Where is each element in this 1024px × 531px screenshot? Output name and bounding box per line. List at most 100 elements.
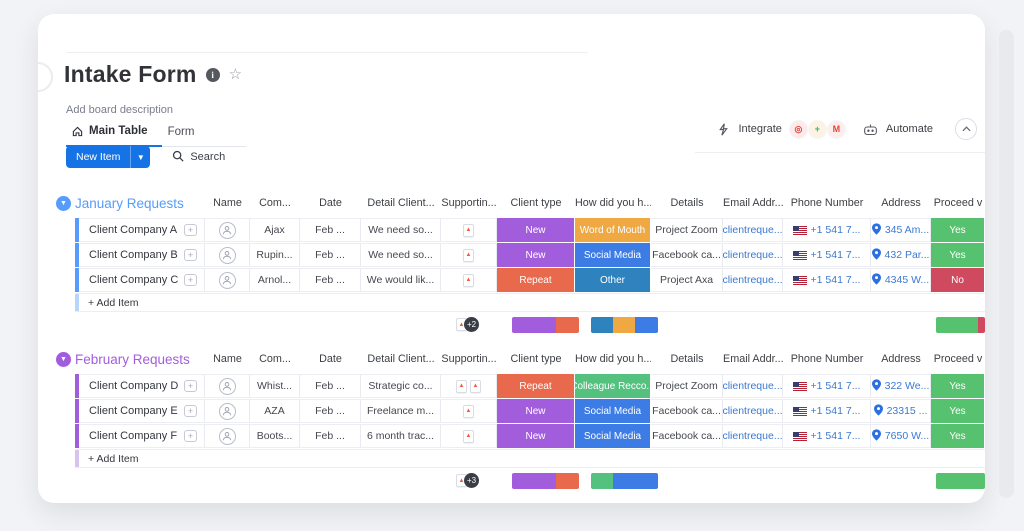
- detail-cell[interactable]: We need so...: [361, 243, 441, 267]
- client-type-status[interactable]: New: [497, 218, 575, 242]
- files-cell[interactable]: [441, 399, 497, 423]
- group-collapse-icon[interactable]: ▼: [56, 352, 71, 367]
- board-description[interactable]: Add board description: [66, 104, 173, 116]
- group-collapse-icon[interactable]: ▼: [56, 196, 71, 211]
- email-cell[interactable]: clientreque...: [723, 268, 783, 292]
- column-header-details[interactable]: Details: [651, 197, 723, 209]
- client-type-status[interactable]: New: [497, 243, 575, 267]
- how-heard-status[interactable]: Other: [575, 268, 651, 292]
- address-cell[interactable]: 4345 W...: [871, 268, 931, 292]
- column-header-detail[interactable]: Detail Client...: [361, 353, 441, 365]
- item-name-cell[interactable]: Client Company E +: [79, 399, 205, 423]
- details-cell[interactable]: Facebook ca...: [651, 424, 723, 448]
- column-header-date[interactable]: Date: [300, 353, 361, 365]
- address-cell[interactable]: 23315 ...: [871, 399, 931, 423]
- email-cell[interactable]: clientreque...: [723, 218, 783, 242]
- column-header-com[interactable]: Com...: [250, 353, 300, 365]
- date-cell[interactable]: Feb ...: [300, 218, 361, 242]
- add-conversation-icon[interactable]: +: [184, 249, 197, 261]
- collapse-header-button[interactable]: [955, 118, 977, 140]
- column-header-details[interactable]: Details: [651, 353, 723, 365]
- page-scrollbar[interactable]: [999, 30, 1014, 498]
- column-header-address[interactable]: Address: [871, 353, 931, 365]
- file-icon[interactable]: [463, 274, 474, 287]
- column-header-email[interactable]: Email Addr...: [723, 197, 783, 209]
- tab-form[interactable]: Form: [162, 121, 209, 146]
- proceed-status[interactable]: Yes: [931, 374, 985, 398]
- client-type-status[interactable]: New: [497, 424, 575, 448]
- add-conversation-icon[interactable]: +: [184, 380, 197, 392]
- company-cell[interactable]: Ajax: [250, 218, 300, 242]
- target-icon[interactable]: ◎: [790, 121, 807, 138]
- detail-cell[interactable]: 6 month trac...: [361, 424, 441, 448]
- detail-cell[interactable]: Freelance m...: [361, 399, 441, 423]
- add-item-row[interactable]: + Add Item: [75, 449, 985, 468]
- details-cell[interactable]: Project Zoom: [651, 218, 723, 242]
- column-header-address[interactable]: Address: [871, 197, 931, 209]
- email-cell[interactable]: clientreque...: [723, 243, 783, 267]
- gmail-icon[interactable]: M: [828, 121, 845, 138]
- date-cell[interactable]: Feb ...: [300, 243, 361, 267]
- details-cell[interactable]: Project Zoom: [651, 374, 723, 398]
- person-cell[interactable]: [205, 268, 250, 292]
- column-header-com[interactable]: Com...: [250, 197, 300, 209]
- detail-cell[interactable]: Strategic co...: [361, 374, 441, 398]
- email-cell[interactable]: clientreque...: [723, 374, 783, 398]
- file-icon[interactable]: [456, 380, 467, 393]
- add-item-row[interactable]: + Add Item: [75, 293, 985, 312]
- info-icon[interactable]: i: [206, 68, 220, 82]
- slack-icon[interactable]: +: [809, 121, 826, 138]
- column-header-supporting[interactable]: Supportin...: [441, 197, 497, 209]
- date-cell[interactable]: Feb ...: [300, 424, 361, 448]
- proceed-status[interactable]: Yes: [931, 399, 985, 423]
- person-cell[interactable]: [205, 218, 250, 242]
- company-cell[interactable]: AZA: [250, 399, 300, 423]
- file-icon[interactable]: [463, 405, 474, 418]
- address-cell[interactable]: 432 Par...: [871, 243, 931, 267]
- email-cell[interactable]: clientreque...: [723, 399, 783, 423]
- files-cell[interactable]: [441, 268, 497, 292]
- detail-cell[interactable]: We would lik...: [361, 268, 441, 292]
- date-cell[interactable]: Feb ...: [300, 268, 361, 292]
- proceed-status[interactable]: No: [931, 268, 985, 292]
- address-cell[interactable]: 322 We...: [871, 374, 931, 398]
- chevron-down-icon[interactable]: ▼: [130, 146, 150, 168]
- column-header-phone[interactable]: Phone Number: [783, 197, 871, 209]
- details-cell[interactable]: Project Axa: [651, 268, 723, 292]
- date-cell[interactable]: Feb ...: [300, 399, 361, 423]
- how-heard-status[interactable]: Word of Mouth: [575, 218, 651, 242]
- how-heard-status[interactable]: Social Media: [575, 424, 651, 448]
- item-name-cell[interactable]: Client Company F +: [79, 424, 205, 448]
- proceed-status[interactable]: Yes: [931, 424, 985, 448]
- column-header-client-type[interactable]: Client type: [497, 353, 575, 365]
- details-cell[interactable]: Facebook ca...: [651, 243, 723, 267]
- add-conversation-icon[interactable]: +: [184, 274, 197, 286]
- item-name-cell[interactable]: Client Company B +: [79, 243, 205, 267]
- company-cell[interactable]: Rupin...: [250, 243, 300, 267]
- column-header-phone[interactable]: Phone Number: [783, 353, 871, 365]
- details-cell[interactable]: Facebook ca...: [651, 399, 723, 423]
- company-cell[interactable]: Whist...: [250, 374, 300, 398]
- integrate-button[interactable]: Integrate: [738, 123, 781, 135]
- how-heard-status[interactable]: Social Media: [575, 243, 651, 267]
- column-header-name[interactable]: Name: [205, 353, 250, 365]
- how-heard-status[interactable]: Colleague Recco...: [575, 374, 651, 398]
- person-cell[interactable]: [205, 374, 250, 398]
- column-header-how[interactable]: How did you h...: [575, 353, 651, 365]
- address-cell[interactable]: 7650 W...: [871, 424, 931, 448]
- file-icon[interactable]: [463, 224, 474, 237]
- how-heard-status[interactable]: Social Media: [575, 399, 651, 423]
- add-conversation-icon[interactable]: +: [184, 405, 197, 417]
- column-header-date[interactable]: Date: [300, 197, 361, 209]
- phone-cell[interactable]: +1 541 7...: [783, 268, 871, 292]
- group-title[interactable]: February Requests: [75, 352, 190, 367]
- automate-button[interactable]: Automate: [886, 123, 933, 135]
- files-cell[interactable]: [441, 243, 497, 267]
- column-header-supporting[interactable]: Supportin...: [441, 353, 497, 365]
- date-cell[interactable]: Feb ...: [300, 374, 361, 398]
- company-cell[interactable]: Boots...: [250, 424, 300, 448]
- client-type-status[interactable]: Repeat: [497, 374, 575, 398]
- new-item-button[interactable]: New Item ▼: [66, 146, 150, 168]
- search-button[interactable]: Search: [172, 150, 225, 165]
- item-name-cell[interactable]: Client Company A +: [79, 218, 205, 242]
